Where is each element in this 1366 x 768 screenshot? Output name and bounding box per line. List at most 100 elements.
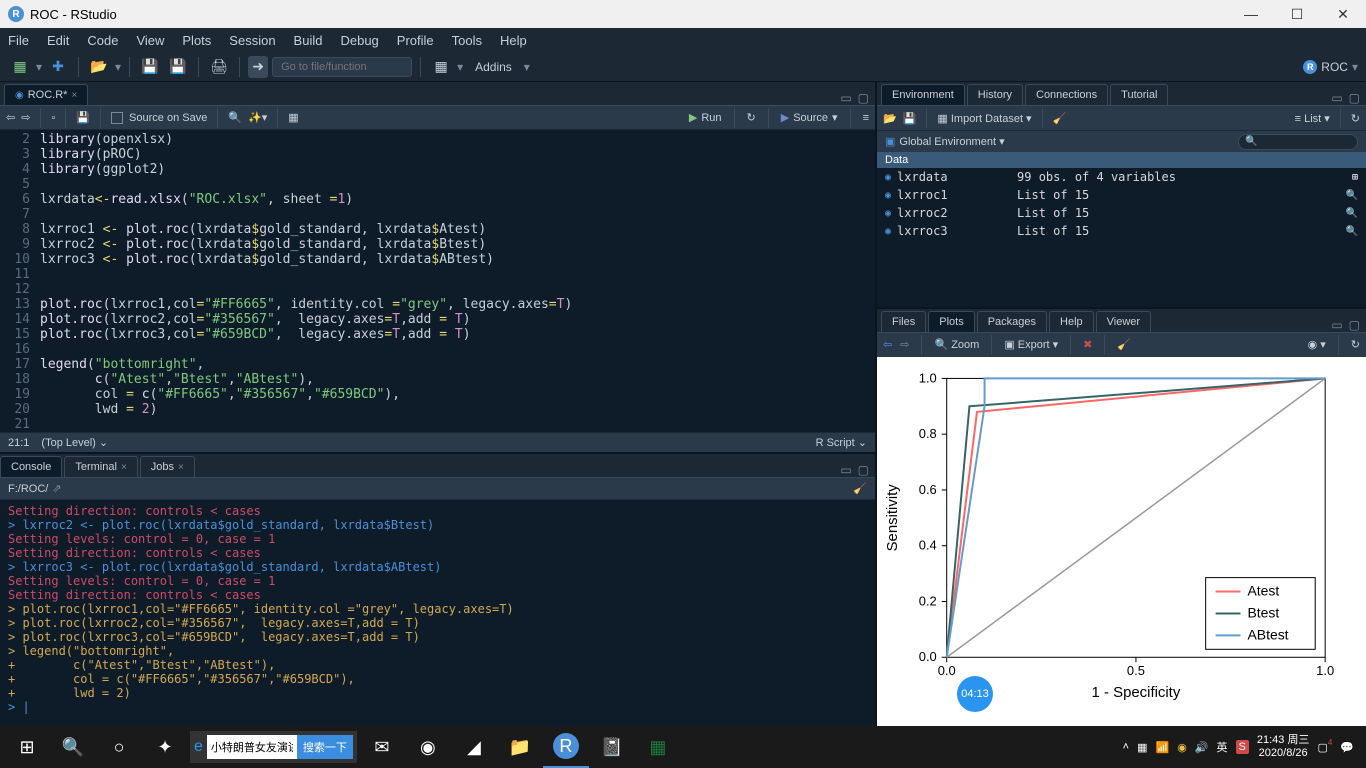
mail-icon[interactable]: ✉ xyxy=(359,726,405,768)
import-dataset-button[interactable]: ▦ Import Dataset ▾ xyxy=(937,112,1031,125)
forward-icon[interactable]: ⇨ xyxy=(21,111,30,124)
menu-session[interactable]: Session xyxy=(229,33,275,48)
pane-collapse-icon[interactable]: ▭ xyxy=(840,463,851,477)
search-button[interactable]: 搜索一下 xyxy=(297,735,353,759)
source-tab[interactable]: ◉ ROC.R* × xyxy=(4,84,88,105)
save-all-icon[interactable]: 💾 xyxy=(166,56,190,78)
menu-view[interactable]: View xyxy=(136,33,164,48)
explorer-icon[interactable]: 📁 xyxy=(497,726,543,768)
back-icon[interactable]: ⇦ xyxy=(6,111,15,124)
search-icon[interactable]: 🔍 xyxy=(50,726,96,768)
pane-maximize-icon[interactable]: ▢ xyxy=(1349,318,1360,332)
print-icon[interactable]: 🖨 xyxy=(207,56,231,78)
minimize-button[interactable]: — xyxy=(1228,0,1274,28)
tray-app-icon[interactable]: ▦ xyxy=(1137,741,1147,754)
console-output[interactable]: Setting direction: controls < cases> lxr… xyxy=(0,500,875,726)
sogou-ime-icon[interactable]: S xyxy=(1236,740,1249,754)
code-editor[interactable]: 2library(openxlsx)3library(pROC)4library… xyxy=(0,130,875,432)
compile-report-icon[interactable]: ▦ xyxy=(288,111,298,124)
clear-env-icon[interactable]: 🧹 xyxy=(1053,112,1067,125)
publish-icon[interactable]: ◉ ▾ xyxy=(1308,338,1326,351)
close-button[interactable]: ✕ xyxy=(1320,0,1366,28)
search-text-input[interactable] xyxy=(207,735,297,759)
tray-expand-icon[interactable]: ˄ xyxy=(1123,741,1129,753)
language-selector[interactable]: R Script ⌄ xyxy=(816,436,867,449)
status-icon[interactable]: ◉ xyxy=(1177,741,1187,754)
action-center-icon[interactable]: 💬 xyxy=(1340,741,1354,754)
clear-console-icon[interactable]: 🧹 xyxy=(853,482,867,495)
plot-next-icon[interactable]: ⇨ xyxy=(900,338,909,351)
menu-help[interactable]: Help xyxy=(500,33,527,48)
help-tab[interactable]: Help xyxy=(1049,311,1094,332)
browser-search-bar[interactable]: e 搜索一下 xyxy=(190,731,357,763)
open-folder-icon[interactable]: ⇗ xyxy=(52,482,61,495)
env-search-input[interactable]: 🔍 xyxy=(1238,134,1358,150)
new-file-icon[interactable]: ▦ xyxy=(8,56,32,78)
scope-selector[interactable]: (Top Level) ⌄ xyxy=(41,436,108,449)
menu-debug[interactable]: Debug xyxy=(340,33,378,48)
refresh-icon[interactable]: ↻ xyxy=(1351,112,1360,125)
history-tab[interactable]: History xyxy=(967,84,1023,105)
env-item[interactable]: ◉lxrroc2List of 15🔍 xyxy=(877,204,1366,222)
source-on-save-checkbox[interactable] xyxy=(111,112,123,124)
wifi-icon[interactable]: 📶 xyxy=(1155,741,1169,754)
clear-plots-icon[interactable]: 🧹 xyxy=(1117,338,1131,351)
pane-maximize-icon[interactable]: ▢ xyxy=(858,91,869,105)
volume-icon[interactable]: 🔊 xyxy=(1195,741,1209,754)
menu-edit[interactable]: Edit xyxy=(47,33,69,48)
close-icon[interactable]: × xyxy=(71,90,77,101)
list-mode-button[interactable]: ≡ List ▾ xyxy=(1295,112,1330,125)
pane-collapse-icon[interactable]: ▭ xyxy=(1331,318,1342,332)
files-tab[interactable]: Files xyxy=(881,311,926,332)
env-item[interactable]: ◉lxrroc1List of 15🔍 xyxy=(877,186,1366,204)
environment-tab[interactable]: Environment xyxy=(881,84,965,105)
addins-button[interactable]: Addins xyxy=(467,58,520,76)
chrome-icon[interactable]: ◉ xyxy=(405,726,451,768)
plots-tab[interactable]: Plots xyxy=(928,311,974,332)
env-item[interactable]: ◉lxrdata99 obs. of 4 variables⊞ xyxy=(877,168,1366,186)
menu-profile[interactable]: Profile xyxy=(397,33,434,48)
goto-file-input[interactable] xyxy=(272,57,412,77)
run-button[interactable]: ▶ Run xyxy=(689,111,722,124)
plot-prev-icon[interactable]: ⇦ xyxy=(883,338,892,351)
menu-file[interactable]: File xyxy=(8,33,29,48)
pane-collapse-icon[interactable]: ▭ xyxy=(840,91,851,105)
viewer-tab[interactable]: Viewer xyxy=(1096,311,1151,332)
notepad-icon[interactable]: 📓 xyxy=(589,726,635,768)
maximize-button[interactable]: ☐ xyxy=(1274,0,1320,28)
start-button[interactable]: ⊞ xyxy=(4,726,50,768)
refresh-plot-icon[interactable]: ↻ xyxy=(1351,338,1360,351)
clock[interactable]: 21:43 周三 2020/8/26 xyxy=(1257,734,1310,760)
new-project-icon[interactable]: ✚ xyxy=(46,56,70,78)
app-icon[interactable]: ✦ xyxy=(142,726,188,768)
project-selector[interactable]: R ROC ▾ xyxy=(1303,60,1358,74)
menu-code[interactable]: Code xyxy=(87,33,118,48)
save-icon[interactable]: 💾 xyxy=(76,111,90,124)
export-button[interactable]: ▣ Export ▾ xyxy=(1004,338,1058,351)
bird-app-icon[interactable]: ◢ xyxy=(451,726,497,768)
show-in-window-icon[interactable]: ▫ xyxy=(51,112,55,124)
ime-indicator[interactable]: 英 xyxy=(1217,739,1228,755)
console-tab[interactable]: Console xyxy=(0,456,62,477)
source-button[interactable]: ▶ Source ▾ xyxy=(781,111,838,124)
tutorial-tab[interactable]: Tutorial xyxy=(1110,84,1168,105)
connections-tab[interactable]: Connections xyxy=(1025,84,1108,105)
env-item[interactable]: ◉lxrroc3List of 15🔍 xyxy=(877,222,1366,240)
pane-maximize-icon[interactable]: ▢ xyxy=(1349,91,1360,105)
jobs-tab[interactable]: Jobs × xyxy=(140,456,195,477)
terminal-tab[interactable]: Terminal × xyxy=(64,456,137,477)
cortana-icon[interactable]: ○ xyxy=(96,726,142,768)
menu-plots[interactable]: Plots xyxy=(182,33,211,48)
save-icon[interactable]: 💾 xyxy=(138,56,162,78)
rerun-icon[interactable]: ↻ xyxy=(747,111,756,124)
notification-icon[interactable]: ▢4 xyxy=(1317,741,1332,754)
pane-maximize-icon[interactable]: ▢ xyxy=(858,463,869,477)
goto-arrow-icon[interactable]: ➜ xyxy=(248,56,268,78)
find-icon[interactable]: 🔍 xyxy=(228,111,242,124)
zoom-button[interactable]: 🔍 Zoom xyxy=(934,338,979,351)
remove-plot-icon[interactable]: ✖ xyxy=(1083,338,1092,351)
outline-icon[interactable]: ≡ xyxy=(863,112,869,124)
packages-tab[interactable]: Packages xyxy=(977,311,1047,332)
rstudio-task-icon[interactable]: R xyxy=(543,726,589,768)
addins-grid-icon[interactable]: ▦ xyxy=(429,56,453,78)
